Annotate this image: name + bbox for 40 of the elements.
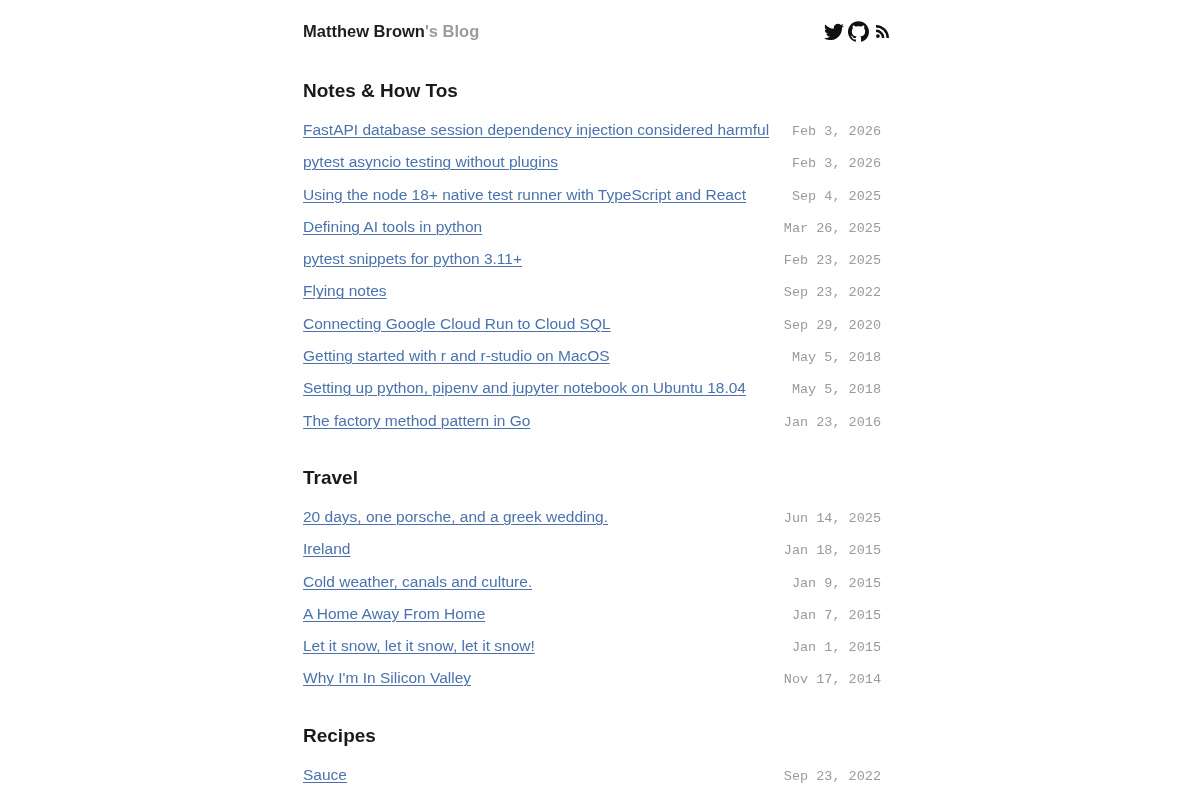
post-link[interactable]: pytest asyncio testing without plugins — [303, 150, 559, 175]
post-link[interactable]: A Home Away From Home — [303, 601, 486, 626]
post-link[interactable]: Connecting Google Cloud Run to Cloud SQL — [303, 311, 611, 336]
post-date: Jun 14, 2025 — [783, 510, 881, 526]
post-link[interactable]: pytest snippets for python 3.11+ — [303, 247, 522, 272]
post-date: Sep 23, 2022 — [783, 768, 881, 784]
section-heading: Notes & How Tos — [303, 79, 458, 103]
post-link[interactable]: Flying notes — [303, 279, 387, 304]
post-link[interactable]: FastAPI database session dependency injection considered harmful — [303, 118, 770, 142]
post-date: Feb 23, 2025 — [783, 253, 881, 269]
section-heading: Recipes — [303, 723, 376, 748]
post-link[interactable]: 20 days, one porsche, and a greek wedding. — [303, 504, 609, 529]
post-date: Feb 3, 2026 — [791, 124, 881, 139]
post-date: Sep 23, 2022 — [783, 285, 881, 301]
rss-icon[interactable] — [876, 24, 889, 38]
post-date: May 5, 2018 — [791, 382, 881, 398]
post-date: May 5, 2018 — [791, 350, 881, 366]
post-link[interactable]: The factory method pattern in Go — [303, 408, 531, 433]
post-link[interactable]: Why I'm In Silicon Valley — [303, 666, 472, 691]
post-date: Jan 9, 2015 — [791, 575, 881, 591]
post-date: Sep 4, 2025 — [791, 188, 881, 204]
bird-icon[interactable] — [824, 22, 844, 40]
post-date: Jan 23, 2016 — [783, 414, 881, 430]
post-link[interactable]: Setting up python, pipenv and jupyter notebook on Ubuntu 18.04 — [303, 376, 746, 401]
post-date: Jan 1, 2015 — [791, 640, 881, 656]
post-date: Jan 18, 2015 — [783, 543, 881, 559]
post-date: Mar 26, 2025 — [783, 220, 881, 236]
blog-title-link[interactable]: Matthew Brown's Blog — [303, 20, 480, 42]
post-link[interactable]: Getting started with r and r-studio on MacOS — [303, 344, 610, 369]
post-link[interactable]: Ireland — [303, 537, 351, 562]
post-date: Sep 29, 2020 — [783, 317, 881, 333]
post-date: Jan 7, 2015 — [791, 607, 881, 623]
post-link[interactable]: Cold weather, canals and culture. — [303, 569, 533, 594]
post-date: Nov 17, 2014 — [783, 672, 881, 688]
post-link[interactable]: Defining AI tools in python — [303, 214, 483, 239]
post-link[interactable]: Let it snow, let it snow, let it snow! — [303, 634, 535, 659]
post-link[interactable]: Sauce — [303, 762, 347, 787]
post-date: Feb 3, 2026 — [791, 156, 881, 172]
section-heading: Travel — [303, 465, 358, 490]
post-link[interactable]: Using the node 18+ native test runner with TypeScript and React — [303, 182, 747, 207]
